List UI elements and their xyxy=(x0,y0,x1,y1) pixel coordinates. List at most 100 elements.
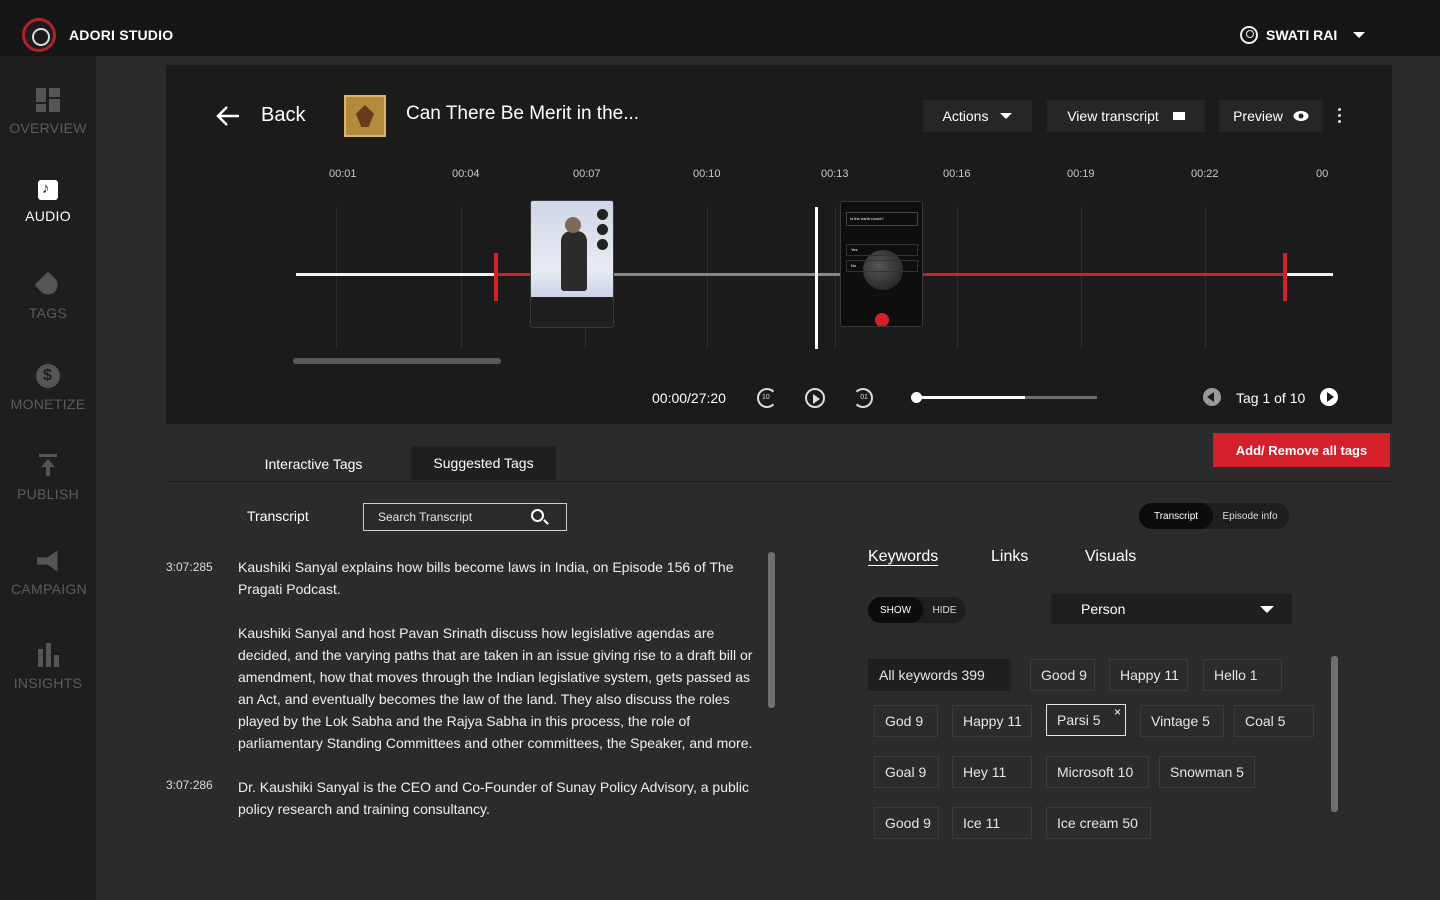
tag-card-controls xyxy=(597,209,609,254)
dollar-icon xyxy=(36,364,60,388)
keyword-chip-selected[interactable]: Parsi 5 × xyxy=(1046,704,1126,736)
tag-icon xyxy=(34,271,62,299)
keyword-chip[interactable]: Happy 11 xyxy=(1109,659,1188,691)
eye-icon xyxy=(1293,111,1309,121)
megaphone-icon xyxy=(37,550,58,572)
timeline-tick: 00:13 xyxy=(821,168,849,180)
tag-card-poll[interactable]: Is the earth round? Yes No xyxy=(840,201,923,327)
keyword-chip[interactable]: God 9 xyxy=(874,705,938,737)
back-button[interactable]: Back xyxy=(261,104,305,127)
sidebar-item-label: TAGS xyxy=(28,305,68,321)
timeline-scrollbar[interactable] xyxy=(293,358,501,364)
preview-button[interactable]: Preview xyxy=(1219,100,1323,132)
episode-thumbnail xyxy=(344,95,386,137)
keyword-chip-all[interactable]: All keywords 399 xyxy=(868,659,1011,691)
keyword-chip[interactable]: Ice cream 50 xyxy=(1046,807,1151,839)
transcript-episode-toggle[interactable]: Transcript Episode info xyxy=(1139,503,1289,529)
subtab-links[interactable]: Links xyxy=(991,548,1028,566)
tag-start-handle[interactable] xyxy=(494,253,498,301)
timeline-track-gap[interactable] xyxy=(612,273,840,276)
tag-card-image[interactable]: What I am looking at? xyxy=(530,200,614,328)
keyword-type-select[interactable]: Person xyxy=(1051,594,1292,624)
sidebar-item-campaign[interactable]: CAMPAIGN xyxy=(1,549,97,597)
transcript-icon xyxy=(1172,112,1185,120)
transcript-paragraph: Kaushiki Sanyal and host Pavan Srinath d… xyxy=(238,625,753,751)
timeline-track[interactable] xyxy=(296,273,496,276)
keyword-chip[interactable]: Coal 5 xyxy=(1234,705,1314,737)
forward-10-icon[interactable] xyxy=(853,388,873,408)
timeline-tick: 00:04 xyxy=(452,168,480,180)
adori-logo-icon[interactable] xyxy=(22,18,56,52)
keyword-chip[interactable]: Good 9 xyxy=(1030,659,1095,691)
keyword-chip[interactable]: Hello 1 xyxy=(1203,659,1282,691)
toggle-transcript[interactable]: Transcript xyxy=(1139,503,1213,529)
timeline-track[interactable] xyxy=(1286,273,1333,276)
user-account-icon xyxy=(1240,26,1258,44)
keyword-chip[interactable]: Hey 11 xyxy=(952,756,1032,788)
chevron-down-icon xyxy=(1353,32,1366,38)
keyword-chip[interactable]: Happy 11 xyxy=(952,705,1032,737)
move-icon xyxy=(597,239,608,250)
timeline-tick: 00:10 xyxy=(693,168,721,180)
play-icon[interactable] xyxy=(805,388,825,408)
volume-slider[interactable] xyxy=(911,392,1097,403)
poll-option: No xyxy=(846,260,918,272)
user-menu[interactable]: SWATI RAI xyxy=(1240,25,1366,45)
show-hide-toggle[interactable]: SHOW HIDE xyxy=(868,597,966,623)
timeline-tick: 00:16 xyxy=(943,168,971,180)
sidebar-item-insights[interactable]: INSIGHTS xyxy=(0,643,96,691)
view-transcript-button[interactable]: View transcript xyxy=(1047,100,1205,132)
timeline-gridline xyxy=(336,207,337,349)
toggle-episode-info[interactable]: Episode info xyxy=(1213,503,1287,529)
view-transcript-label: View transcript xyxy=(1067,108,1159,124)
transcript-paragraph: Dr. Kaushiki Sanyal is the CEO and Co-Fo… xyxy=(238,779,749,817)
previous-tag-icon[interactable] xyxy=(1203,388,1221,406)
keyword-chip[interactable]: Microsoft 10 xyxy=(1046,756,1149,788)
sidebar-item-label: OVERVIEW xyxy=(9,120,87,136)
playback-time: 00:00/27:20 xyxy=(652,390,726,406)
search-icon[interactable] xyxy=(531,509,544,522)
timeline-tick: 00:01 xyxy=(329,168,357,180)
back-arrow-icon[interactable] xyxy=(215,104,241,128)
audio-icon xyxy=(38,180,58,200)
keyword-chip[interactable]: Goal 9 xyxy=(874,756,939,788)
sidebar-item-tags[interactable]: TAGS xyxy=(0,271,96,321)
sidebar-item-overview[interactable]: OVERVIEW xyxy=(0,88,96,136)
actions-button[interactable]: Actions xyxy=(923,100,1032,132)
keywords-scrollbar[interactable] xyxy=(1331,656,1338,812)
toggle-show[interactable]: SHOW xyxy=(868,597,923,623)
keyword-chip[interactable]: Ice 11 xyxy=(952,807,1032,839)
close-icon xyxy=(597,209,608,220)
tag-range-segment[interactable] xyxy=(496,273,532,276)
tab-suggested-tags[interactable]: Suggested Tags xyxy=(411,446,556,480)
brand-name: ADORI STUDIO xyxy=(69,27,174,43)
add-remove-all-tags-button[interactable]: Add/ Remove all tags xyxy=(1213,433,1390,467)
timeline-tick: 00:07 xyxy=(573,168,601,180)
rewind-10-icon[interactable] xyxy=(757,388,777,408)
timeline-tick: 00:22 xyxy=(1191,168,1219,180)
sidebar-item-publish[interactable]: PUBLISH xyxy=(0,454,96,502)
keyword-chip[interactable]: Vintage 5 xyxy=(1140,705,1224,737)
tag-card-photo xyxy=(561,217,587,291)
divider xyxy=(166,481,1392,482)
tag-end-handle[interactable] xyxy=(1283,253,1287,301)
chevron-down-icon xyxy=(1000,113,1013,119)
sidebar-item-monetize[interactable]: MONETIZE xyxy=(0,364,96,412)
poll-option: Yes xyxy=(846,244,918,256)
keyword-chip[interactable]: Snowman 5 xyxy=(1159,756,1255,788)
overview-icon xyxy=(36,88,60,112)
slider-knob[interactable] xyxy=(911,392,922,403)
next-tag-icon[interactable] xyxy=(1320,388,1338,406)
playhead[interactable] xyxy=(815,207,818,349)
subtab-keywords[interactable]: Keywords xyxy=(868,548,938,566)
tab-interactive-tags[interactable]: Interactive Tags xyxy=(244,447,383,481)
close-icon[interactable]: × xyxy=(1114,705,1121,719)
sidebar-item-audio[interactable]: AUDIO xyxy=(0,180,96,224)
bar-chart-icon xyxy=(36,643,60,667)
tag-range-segment[interactable] xyxy=(922,273,1286,276)
keyword-chip[interactable]: Good 9 xyxy=(874,807,939,839)
subtab-visuals[interactable]: Visuals xyxy=(1085,548,1136,566)
more-options-icon[interactable] xyxy=(1336,108,1342,126)
transcript-scrollbar[interactable] xyxy=(768,552,775,708)
toggle-hide[interactable]: HIDE xyxy=(923,597,966,623)
